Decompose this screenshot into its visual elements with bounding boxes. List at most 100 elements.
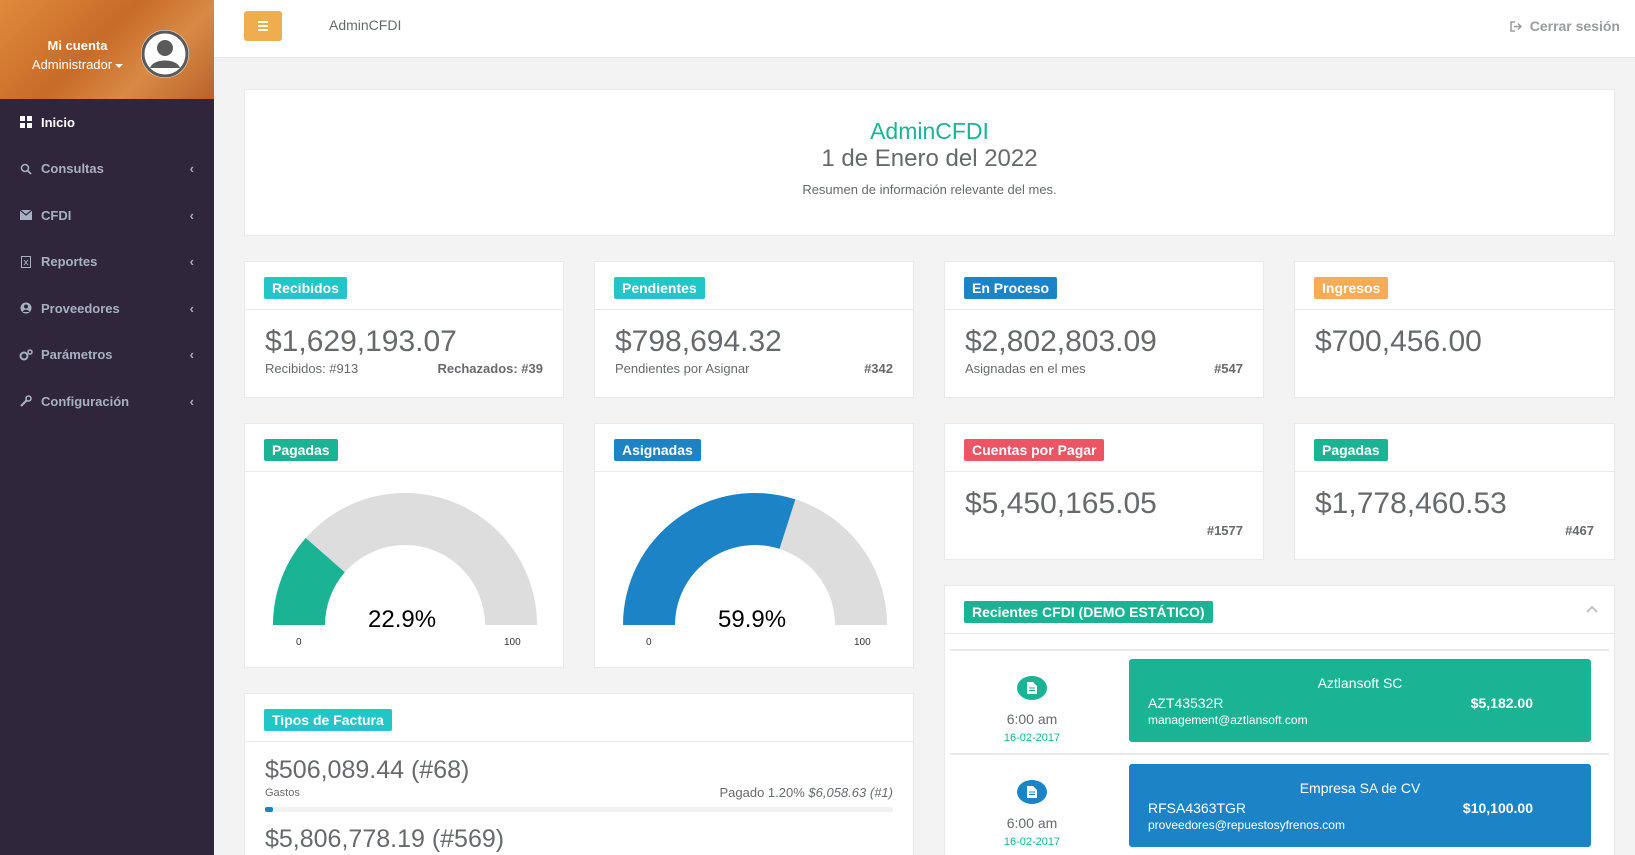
profile-header: Mi cuenta Administrador <box>0 0 214 99</box>
wrench-icon <box>19 394 33 408</box>
card-title: Tipos de Factura <box>245 694 913 742</box>
card-sublabel: Recibidos: #913 <box>265 361 359 376</box>
sidebar-item-configuracion[interactable]: Configuración ‹ <box>0 378 214 425</box>
badge-recibidos: Recibidos <box>264 277 347 299</box>
hamburger-icon <box>258 21 268 23</box>
company-rfc: RFSA4363TGR <box>1148 800 1247 816</box>
card-recientes-cfdi: Recientes CFDI (DEMO ESTÁTICO) 6:00 am 1… <box>944 585 1615 855</box>
top-navbar: AdminCFDI Cerrar sesión <box>214 0 1635 58</box>
sidebar-item-parametros[interactable]: Parámetros ‹ <box>0 332 214 379</box>
chevron-up-icon[interactable] <box>1586 600 1598 618</box>
card-subvalue: Rechazados: #39 <box>437 361 544 376</box>
sidebar: Mi cuenta Administrador Inicio Consultas… <box>0 0 214 855</box>
company-rfc: AZT43532R <box>1148 695 1224 711</box>
envelope-icon <box>19 208 33 222</box>
sidebar-item-reportes[interactable]: Reportes ‹ <box>0 239 214 286</box>
card-title: Recibidos <box>245 262 563 310</box>
card-subvalue: #547 <box>1214 361 1243 376</box>
card-title: Ingresos <box>1295 262 1614 310</box>
card-amount: $5,450,165.05 <box>965 487 1157 520</box>
sidebar-toggle-button[interactable] <box>244 11 282 41</box>
card-ingresos: Ingresos $700,456.00 <box>1294 261 1615 398</box>
page-date: 1 de Enero del 2022 <box>821 145 1038 172</box>
sidebar-item-label: Inicio <box>41 114 75 130</box>
company-name: Empresa SA de CV <box>1299 780 1421 796</box>
timeline-date: 16-02-2017 <box>1003 732 1061 744</box>
card-subvalue: #342 <box>864 361 893 376</box>
account-role: Administrador <box>31 57 113 72</box>
card-subvalue: #1577 <box>1206 523 1243 538</box>
file-icon <box>1017 676 1047 700</box>
card-title: Asignadas <box>595 424 913 472</box>
card-cuentas-por-pagar: Cuentas por Pagar $5,450,165.05 #1577 <box>944 423 1264 560</box>
invoice-amount: $10,100.00 <box>1462 800 1533 816</box>
chevron-left-icon: ‹ <box>189 207 194 223</box>
card-gauge-asignadas: Asignadas 59.9% 0 100 <box>594 423 914 668</box>
timeline-card[interactable]: Empresa SA de CV RFSA4363TGR $10,100.00 … <box>1129 764 1591 847</box>
search-icon <box>19 162 33 176</box>
badge-pagadas: Pagadas <box>264 439 338 461</box>
badge-asignadas: Asignadas <box>614 439 701 461</box>
card-tipos-factura: Tipos de Factura $506,089.44 (#68) Gasto… <box>244 693 914 855</box>
account-menu[interactable]: Mi cuenta Administrador <box>20 38 135 72</box>
card-title: Pagadas <box>245 424 563 472</box>
summary-header: AdminCFDI 1 de Enero del 2022 Resumen de… <box>244 89 1615 236</box>
avatar[interactable] <box>141 30 189 78</box>
sidebar-item-cfdi[interactable]: CFDI ‹ <box>0 192 214 239</box>
badge-recientes: Recientes CFDI (DEMO ESTÁTICO) <box>964 601 1213 623</box>
chevron-left-icon: ‹ <box>189 300 194 316</box>
sidebar-item-label: Consultas <box>41 161 104 177</box>
user-circle-icon <box>19 301 33 315</box>
account-role-dropdown[interactable]: Administrador <box>20 57 135 72</box>
timeline-time: 6:00 am <box>1006 815 1058 831</box>
tipo-progress-bar <box>265 807 893 812</box>
card-en-proceso: En Proceso $2,802,803.09 Asignadas en el… <box>944 261 1264 398</box>
file-icon <box>1017 780 1047 804</box>
badge-ingresos: Ingresos <box>1314 277 1389 299</box>
card-subvalue: #467 <box>1565 523 1594 538</box>
sidebar-item-proveedores[interactable]: Proveedores ‹ <box>0 285 214 332</box>
gauge-max: 100 <box>854 637 871 648</box>
dashboard-icon <box>19 115 33 129</box>
sidebar-item-consultas[interactable]: Consultas ‹ <box>0 146 214 193</box>
chevron-left-icon: ‹ <box>189 393 194 409</box>
tipo-label: Gastos <box>265 787 300 799</box>
page-title: AdminCFDI <box>870 118 989 144</box>
badge-en-proceso: En Proceso <box>964 277 1058 299</box>
timeline-card[interactable]: Aztlansoft SC AZT43532R $5,182.00 manage… <box>1129 659 1591 742</box>
card-amount: $1,778,460.53 <box>1315 487 1507 520</box>
file-excel-icon <box>19 255 33 269</box>
company-email: proveedores@repuestosyfrenos.com <box>1148 818 1345 832</box>
sign-out-icon <box>1509 20 1522 32</box>
logout-link[interactable]: Cerrar sesión <box>1509 18 1620 34</box>
card-title: En Proceso <box>945 262 1263 310</box>
chevron-left-icon: ‹ <box>189 254 194 270</box>
timeline-divider <box>950 649 1609 651</box>
badge-tipos-factura: Tipos de Factura <box>264 709 392 731</box>
sidebar-item-inicio[interactable]: Inicio <box>0 99 214 146</box>
company-email: management@aztlansoft.com <box>1148 713 1308 727</box>
timeline-divider <box>950 753 1609 755</box>
user-silhouette-icon <box>141 30 189 78</box>
card-gauge-pagadas: Pagadas 22.9% 0 100 <box>244 423 564 668</box>
sidebar-item-label: Proveedores <box>41 300 120 316</box>
sidebar-nav: Inicio Consultas ‹ CFDI ‹ Reportes ‹ Pro… <box>0 99 214 425</box>
company-name: Aztlansoft SC <box>1317 675 1403 691</box>
tipo-paid-value: $6,058.63 (#1) <box>808 785 893 800</box>
card-sublabel: Asignadas en el mes <box>965 361 1086 376</box>
sidebar-item-label: CFDI <box>41 207 72 223</box>
gauge-min: 0 <box>646 637 652 648</box>
tipo-paid-label: Pagado 1.20% <box>719 785 805 800</box>
account-name: Mi cuenta <box>47 38 108 53</box>
caret-down-icon <box>115 63 124 68</box>
sidebar-item-label: Parámetros <box>41 347 113 363</box>
card-amount: $2,802,803.09 <box>965 325 1157 358</box>
card-amount: $700,456.00 <box>1315 325 1482 358</box>
navbar-brand: AdminCFDI <box>329 17 402 33</box>
badge-cuentas-por-pagar: Cuentas por Pagar <box>964 439 1105 461</box>
invoice-amount: $5,182.00 <box>1470 695 1533 711</box>
timeline-time: 6:00 am <box>1006 711 1058 727</box>
tipo-amount: $506,089.44 (#68) <box>265 756 470 784</box>
gauge-percent: 22.9% <box>368 606 437 633</box>
gauge-percent: 59.9% <box>718 606 787 633</box>
